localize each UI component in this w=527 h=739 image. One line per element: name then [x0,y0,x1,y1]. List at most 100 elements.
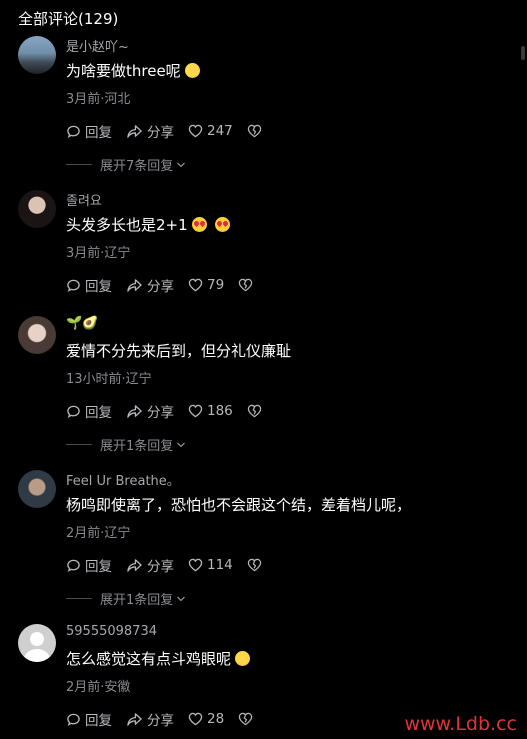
comment-meta: 2月前·辽宁 [66,526,131,541]
chevron-down-icon [177,442,186,447]
share-label: 分享 [147,559,174,575]
comment-meta: 13小时前·辽宁 [66,372,152,387]
comment-username[interactable]: 59555098734 [66,624,157,639]
heart-icon [188,278,203,292]
comment-username[interactable]: 졸려요 [66,190,102,209]
reply-label: 回复 [85,125,112,141]
share-icon [127,558,142,572]
chevron-down-icon [177,162,186,167]
comment-text: 杨鸣即使离了，恐怕也不会跟这个结，差着档儿呢， [66,496,412,514]
comment-text: 为啥要做three呢 [66,60,200,81]
broken-heart-icon [247,558,261,572]
comment-username[interactable]: Feel Ur Breathe。 [66,470,180,489]
heart-icon [188,404,203,418]
comment-username[interactable]: 🌱🥑 [66,316,98,331]
broken-heart-icon [239,712,253,726]
comment-meta: 2月前·安徽 [66,680,131,695]
divider-line [66,598,92,599]
like-button[interactable]: 28 [188,711,224,727]
reply-label: 回复 [85,279,112,295]
reply-button[interactable]: 回复 [66,555,112,575]
watermark: www.Ldb.cc [404,713,517,735]
like-count: 186 [207,403,233,419]
broken-heart-icon [247,404,261,418]
reply-icon [67,713,80,726]
reply-icon [67,559,80,572]
like-button[interactable]: 186 [188,403,233,419]
share-button[interactable]: 分享 [126,555,174,575]
comment-meta: 3月前·辽宁 [66,246,131,261]
broken-heart-icon [239,278,253,292]
heart-icon [188,124,203,138]
reply-label: 回复 [85,713,112,729]
heart-eyes-icon [214,217,230,232]
avatar[interactable] [18,624,56,662]
reply-icon [67,125,80,138]
expand-replies-button[interactable]: 展开1条回复 [66,589,186,608]
comment-username[interactable]: 是小赵吖~ [66,36,129,55]
share-label: 分享 [147,405,174,421]
comment-text: 怎么感觉这有点斗鸡眼呢 [66,648,251,669]
reply-button[interactable]: 回复 [66,709,112,729]
reply-icon [67,405,80,418]
broken-heart-icon [247,124,261,138]
avatar[interactable] [18,36,56,74]
like-count: 114 [207,557,233,573]
comment-actions: 回复 分享 114 [66,555,280,575]
reply-button[interactable]: 回复 [66,275,112,295]
divider-line [66,164,92,165]
like-button[interactable]: 79 [188,277,224,293]
expand-replies-label: 展开1条回复 [100,593,174,608]
share-icon [127,712,142,726]
share-button[interactable]: 分享 [126,709,174,729]
divider-line [66,444,92,445]
comment-actions: 回复 分享 28 [66,709,271,729]
chevron-down-icon [177,596,186,601]
share-button[interactable]: 分享 [126,121,174,141]
heart-eyes-icon [191,217,207,232]
like-button[interactable]: 114 [188,557,233,573]
like-count: 247 [207,123,233,139]
avatar[interactable] [18,190,56,228]
reply-button[interactable]: 回复 [66,401,112,421]
laughing-icon [235,651,251,666]
dislike-button[interactable] [238,278,257,292]
expand-replies-button[interactable]: 展开1条回复 [66,435,186,454]
reply-label: 回复 [85,405,112,421]
expand-replies-button[interactable]: 展开7条回复 [66,155,186,174]
scrollbar[interactable] [521,46,525,60]
share-icon [127,124,142,138]
share-label: 分享 [147,279,174,295]
comment-actions: 回复 分享 247 [66,121,280,141]
avatar[interactable] [18,470,56,508]
like-count: 28 [207,711,225,727]
like-count: 79 [207,277,225,293]
share-button[interactable]: 分享 [126,275,174,295]
dislike-button[interactable] [247,124,266,138]
reply-label: 回复 [85,559,112,575]
comment-meta: 3月前·河北 [66,92,131,107]
share-icon [127,404,142,418]
expand-replies-label: 展开1条回复 [100,439,174,454]
cry-icon [184,63,200,78]
dislike-button[interactable] [247,558,266,572]
share-button[interactable]: 分享 [126,401,174,421]
heart-icon [188,558,203,572]
share-icon [127,278,142,292]
avatar[interactable] [18,316,56,354]
comment-text: 头发多长也是2+1 [66,214,230,235]
expand-replies-label: 展开7条回复 [100,159,174,174]
default-avatar-icon [23,632,51,662]
comment-actions: 回复 分享 79 [66,275,271,295]
comment-actions: 回复 分享 186 [66,401,280,421]
dislike-button[interactable] [247,404,266,418]
dislike-button[interactable] [238,712,257,726]
comments-header-title: 全部评论(129) [18,10,119,28]
heart-icon [188,712,203,726]
reply-button[interactable]: 回复 [66,121,112,141]
share-label: 分享 [147,713,174,729]
like-button[interactable]: 247 [188,123,233,139]
comment-text: 爱情不分先来后到，但分礼仪廉耻 [66,342,292,360]
share-label: 分享 [147,125,174,141]
reply-icon [67,279,80,292]
